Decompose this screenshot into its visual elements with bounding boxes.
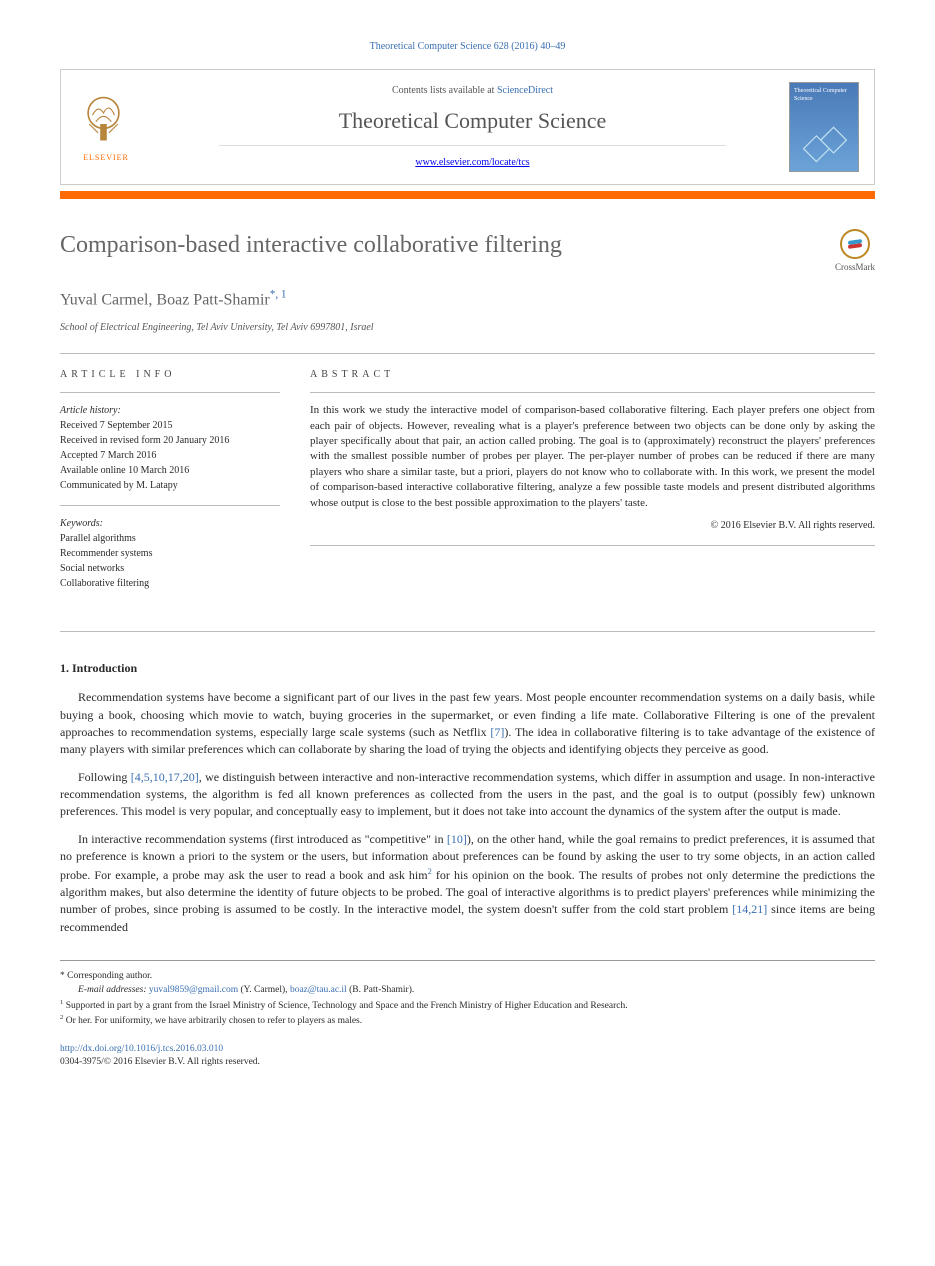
corresponding-author-note: * Corresponding author. <box>60 969 875 983</box>
keywords-label: Keywords: <box>60 516 280 531</box>
doi-link[interactable]: http://dx.doi.org/10.1016/j.tcs.2016.03.… <box>60 1044 223 1054</box>
author-marker-link[interactable]: *, 1 <box>270 291 287 308</box>
body-divider <box>60 631 875 632</box>
body-paragraph: Following [4,5,10,17,20], we distinguish… <box>60 769 875 821</box>
email-link[interactable]: boaz@tau.ac.il <box>290 985 347 995</box>
sciencedirect-link[interactable]: ScienceDirect <box>497 85 553 96</box>
journal-homepage-link[interactable]: www.elsevier.com/locate/tcs <box>415 157 529 168</box>
history-item: Communicated by M. Latapy <box>60 478 280 493</box>
footnote-1: 1 Supported in part by a grant from the … <box>60 998 875 1013</box>
article-body: 1. Introduction Recommendation systems h… <box>60 660 875 936</box>
footer-meta: http://dx.doi.org/10.1016/j.tcs.2016.03.… <box>60 1043 875 1070</box>
citation-link[interactable]: [10] <box>447 832 467 846</box>
abstract-column: ABSTRACT In this work we study the inter… <box>310 368 875 603</box>
info-divider <box>60 392 280 393</box>
affiliation: School of Electrical Engineering, Tel Av… <box>60 321 875 335</box>
citation-link[interactable]: [7] <box>490 725 504 739</box>
intro-heading: 1. Introduction <box>60 660 875 677</box>
authors: Yuval Carmel, Boaz Patt-Shamir*, 1 <box>60 288 875 312</box>
keyword: Recommender systems <box>60 546 280 561</box>
footnote-2: 2 Or her. For uniformity, we have arbitr… <box>60 1013 875 1028</box>
keyword: Collaborative filtering <box>60 576 280 591</box>
article-info-column: ARTICLE INFO Article history: Received 7… <box>60 368 280 603</box>
email-attribution: (Y. Carmel), <box>238 985 290 995</box>
info-divider <box>60 505 280 506</box>
crossmark-badge[interactable]: CrossMark <box>835 229 875 274</box>
citation-line: Theoretical Computer Science 628 (2016) … <box>60 40 875 54</box>
article-info-heading: ARTICLE INFO <box>60 368 280 382</box>
text-span: In interactive recommendation systems (f… <box>78 832 447 846</box>
author-names: Yuval Carmel, Boaz Patt-Shamir <box>60 291 270 308</box>
email-attribution: (B. Patt-Shamir). <box>347 985 415 995</box>
history-item: Available online 10 March 2016 <box>60 463 280 478</box>
abstract-bottom-divider <box>310 545 875 546</box>
cover-text: Theoretical Computer Science <box>790 83 858 108</box>
keywords-block: Keywords: Parallel algorithms Recommende… <box>60 516 280 591</box>
abstract-heading: ABSTRACT <box>310 368 875 382</box>
journal-title: Theoretical Computer Science <box>156 106 789 137</box>
article-history-block: Article history: Received 7 September 20… <box>60 403 280 493</box>
abstract-copyright: © 2016 Elsevier B.V. All rights reserved… <box>310 519 875 533</box>
keyword: Social networks <box>60 561 280 576</box>
keyword: Parallel algorithms <box>60 531 280 546</box>
email-line: E-mail addresses: yuval9859@gmail.com (Y… <box>60 983 875 997</box>
accent-bar <box>60 191 875 199</box>
body-paragraph: Recommendation systems have become a sig… <box>60 689 875 759</box>
contents-prefix: Contents lists available at <box>392 85 497 96</box>
crossmark-icon <box>840 229 870 259</box>
tree-icon <box>76 91 131 146</box>
abstract-divider <box>310 392 875 393</box>
header-divider <box>219 145 725 146</box>
history-label: Article history: <box>60 403 280 418</box>
history-item: Received in revised form 20 January 2016 <box>60 433 280 448</box>
email-link[interactable]: yuval9859@gmail.com <box>149 985 238 995</box>
crossmark-label: CrossMark <box>835 261 875 274</box>
section-divider <box>60 353 875 354</box>
issn-copyright: 0304-3975/© 2016 Elsevier B.V. All right… <box>60 1057 260 1067</box>
article-title: Comparison-based interactive collaborati… <box>60 229 835 263</box>
elsevier-logo: ELSEVIER <box>76 91 136 164</box>
history-item: Received 7 September 2015 <box>60 418 280 433</box>
publisher-name: ELSEVIER <box>76 152 136 163</box>
contents-available: Contents lists available at ScienceDirec… <box>156 84 789 98</box>
body-paragraph: In interactive recommendation systems (f… <box>60 831 875 936</box>
cover-graphic-icon <box>795 123 855 166</box>
text-span: Following <box>78 770 131 784</box>
citation-link[interactable]: [14,21] <box>732 902 767 916</box>
footnotes-block: * Corresponding author. E-mail addresses… <box>60 960 875 1028</box>
abstract-text: In this work we study the interactive mo… <box>310 403 875 511</box>
journal-cover-thumbnail: Theoretical Computer Science <box>789 82 859 172</box>
citation-link[interactable]: [4,5,10,17,20] <box>131 770 199 784</box>
journal-header: ELSEVIER Contents lists available at Sci… <box>60 69 875 185</box>
history-item: Accepted 7 March 2016 <box>60 448 280 463</box>
email-label: E-mail addresses: <box>78 985 149 995</box>
